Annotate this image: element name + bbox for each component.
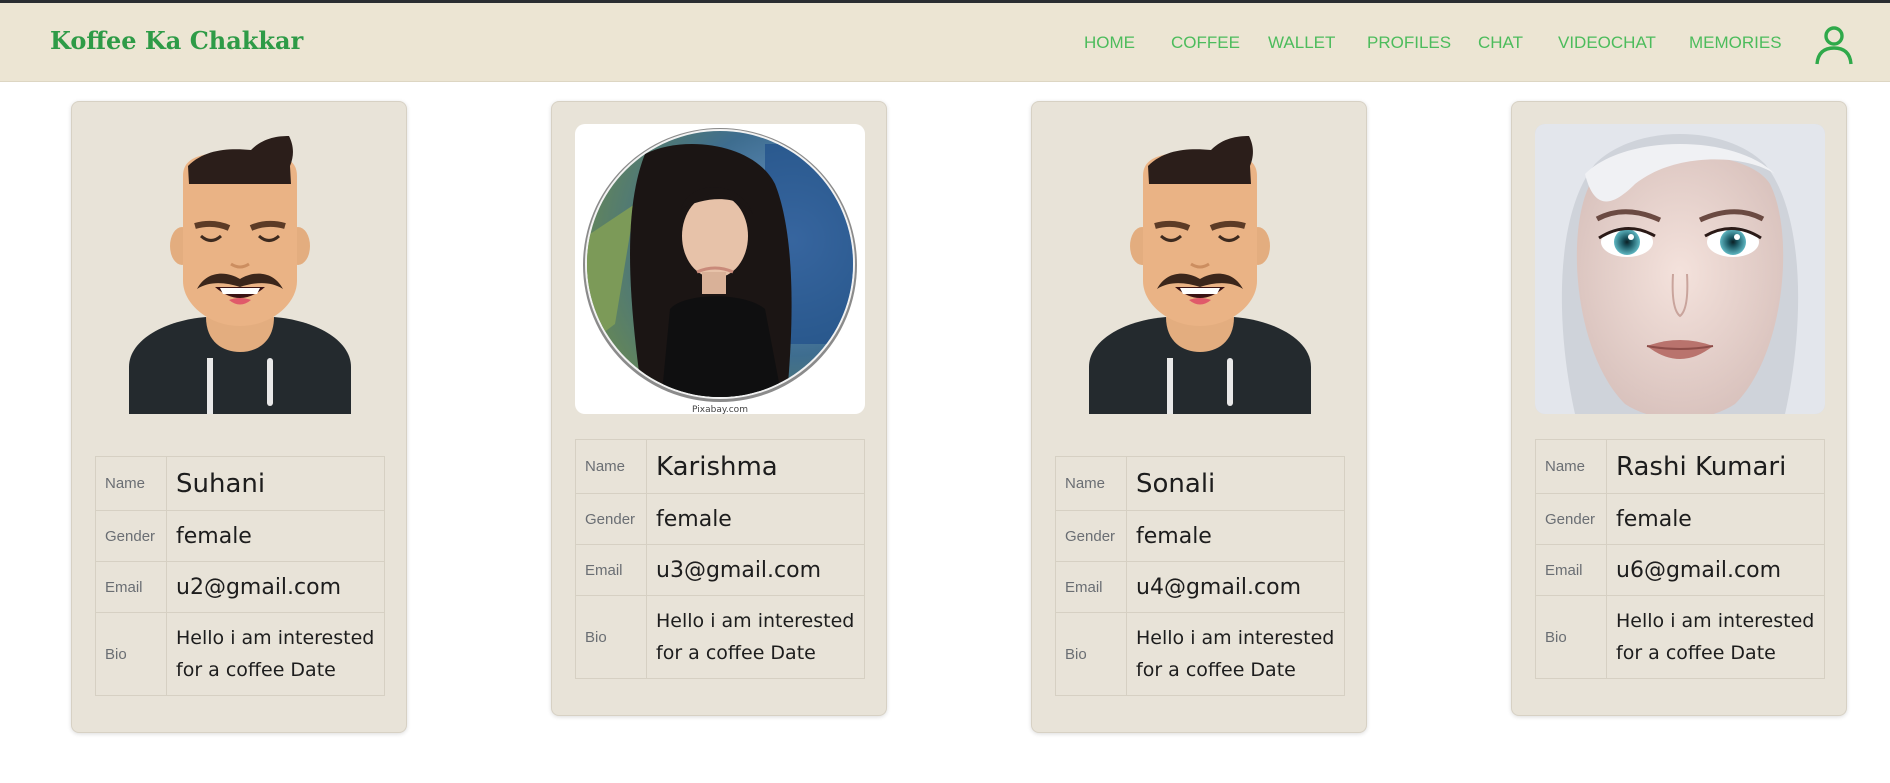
nav-memories[interactable]: MEMORIES [1689, 33, 1782, 53]
profile-photo-avatar [95, 124, 385, 414]
nav-coffee[interactable]: COFFEE [1171, 33, 1240, 53]
name-label: Name [1535, 439, 1607, 494]
profile-bio: Hello i am interested for a coffee Date [646, 595, 865, 679]
profile-name: Karishma [646, 439, 865, 494]
profile-email: u2@gmail.com [166, 561, 385, 613]
gender-label: Gender [1055, 510, 1127, 562]
profile-bio: Hello i am interested for a coffee Date [166, 612, 385, 696]
email-label: Email [1535, 544, 1607, 596]
email-label: Email [575, 544, 647, 596]
nav-profiles[interactable]: PROFILES [1367, 33, 1451, 53]
profile-photo-avatar [1055, 124, 1345, 414]
navbar: Koffee Ka Chakkar HOME COFFEE WALLET PRO… [0, 3, 1890, 82]
nav-home[interactable]: HOME [1084, 33, 1135, 53]
bio-label: Bio [95, 612, 167, 696]
email-label: Email [1055, 561, 1127, 613]
profile-email: u3@gmail.com [646, 544, 865, 596]
profile-email: u4@gmail.com [1126, 561, 1345, 613]
nav-wallet[interactable]: WALLET [1268, 33, 1335, 53]
profile-gender: female [166, 510, 385, 562]
profile-name: Rashi Kumari [1606, 439, 1825, 494]
profile-email: u6@gmail.com [1606, 544, 1825, 596]
profile-bio: Hello i am interested for a coffee Date [1126, 612, 1345, 696]
name-label: Name [575, 439, 647, 494]
profile-card: Name Sonali Gender female Email u4@gmail.co… [1031, 101, 1367, 733]
profile-bio: Hello i am interested for a coffee Date [1606, 595, 1825, 679]
profile-card: Name Suhani Gender female Email u2@gmail.co… [71, 101, 407, 733]
profile-gender: female [1126, 510, 1345, 562]
profile-card: Pixabay.com Name Karishma Gender female Em… [551, 101, 887, 716]
profile-info-table: Name Karishma Gender female Email u3@gmail.… [575, 439, 865, 679]
bio-label: Bio [575, 595, 647, 679]
profile-info-table: Name Rashi Kumari Gender female Email u6@gm… [1535, 439, 1825, 679]
name-label: Name [95, 456, 167, 511]
profile-name: Suhani [166, 456, 385, 511]
nav-links: HOME COFFEE WALLET PROFILES CHAT VIDEOCH… [0, 33, 1890, 57]
profile-info-table: Name Suhani Gender female Email u2@gmail.co… [95, 456, 385, 696]
profile-gender: female [646, 493, 865, 545]
email-label: Email [95, 561, 167, 613]
profile-name: Sonali [1126, 456, 1345, 511]
bio-label: Bio [1535, 595, 1607, 679]
name-label: Name [1055, 456, 1127, 511]
gender-label: Gender [1535, 493, 1607, 545]
gender-label: Gender [95, 510, 167, 562]
nav-videochat[interactable]: VIDEOCHAT [1558, 33, 1656, 53]
profile-gender: female [1606, 493, 1825, 545]
user-profile-icon[interactable] [1814, 25, 1854, 65]
profile-card: Name Rashi Kumari Gender female Email u6@gm… [1511, 101, 1847, 716]
profile-info-table: Name Sonali Gender female Email u4@gmail.co… [1055, 456, 1345, 696]
profile-photo: Pixabay.com [575, 124, 865, 414]
profile-photo [1535, 124, 1825, 414]
image-watermark: Pixabay.com [692, 405, 748, 414]
gender-label: Gender [575, 493, 647, 545]
nav-chat[interactable]: CHAT [1478, 33, 1523, 53]
bio-label: Bio [1055, 612, 1127, 696]
